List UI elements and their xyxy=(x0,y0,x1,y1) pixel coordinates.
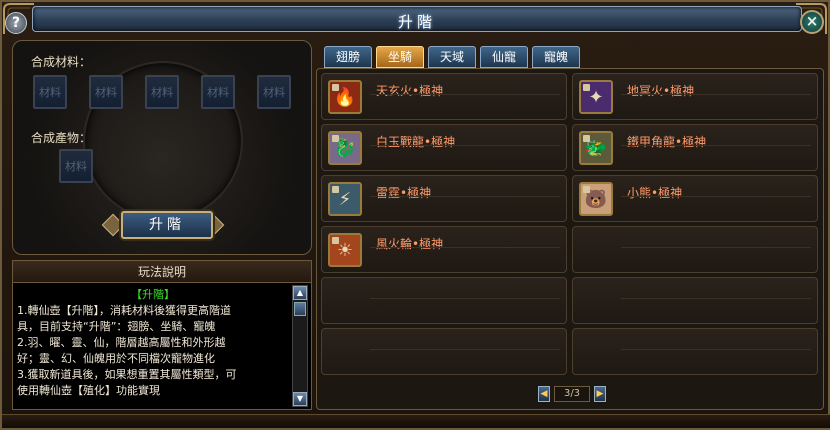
tab-sky-domain[interactable]: 天域 xyxy=(428,46,476,68)
item-card[interactable]: 🐻 小熊•極神 xyxy=(572,175,818,222)
help-line: 3.獲取新道具後，如果想重置其屬性類型，可 xyxy=(17,368,237,381)
help-line: 具，目前支持“升階”：翅膀、坐騎、寵魄 xyxy=(17,320,216,333)
product-slot[interactable]: 材料 xyxy=(59,149,93,183)
item-card[interactable]: ⚡ 雷霆•極神 xyxy=(321,175,567,222)
category-tabs: 翅膀 坐騎 天域 仙寵 寵魄 xyxy=(324,46,580,68)
synthesis-panel: 合成材料： 材料 材料 材料 材料 材料 合成產物： 材料 升階 xyxy=(12,40,312,255)
item-grid-panel: 🔥 天玄火•極神 ✦ 地冥火•極神 🐉 白玉戰龍•極神 🐲 鐵甲角龍•極神 ⚡ … xyxy=(316,68,824,410)
lock-icon xyxy=(583,186,590,193)
bear-mount-icon: 🐻 xyxy=(579,182,613,216)
tab-mounts[interactable]: 坐騎 xyxy=(376,46,424,68)
help-button[interactable]: ? xyxy=(5,12,27,34)
tab-pet-souls[interactable]: 寵魄 xyxy=(532,46,580,68)
empty-card xyxy=(321,277,567,324)
help-line: 2.羽、曜、靈、仙，階層越高屬性和外形越 xyxy=(17,336,226,349)
empty-card xyxy=(321,328,567,375)
horned-dragon-icon: 🐲 xyxy=(579,131,613,165)
help-line: 使用轉仙壺【殖化】功能實現 xyxy=(17,384,160,397)
help-header: 玩法說明 xyxy=(13,261,311,283)
help-subtitle: 【升階】 xyxy=(131,288,175,301)
fire-mount-icon: 🔥 xyxy=(328,80,362,114)
next-page-icon[interactable]: ▶ xyxy=(594,386,606,402)
lock-icon xyxy=(583,84,590,91)
lock-icon xyxy=(332,237,339,244)
help-line: 好；靈、幻、仙魄用於不同檔次寵物進化 xyxy=(17,352,215,365)
empty-card xyxy=(572,226,818,273)
fire-wheel-icon: ☀ xyxy=(328,233,362,267)
empty-card xyxy=(572,277,818,324)
scroll-down-icon[interactable]: ▼ xyxy=(293,392,307,406)
empty-card xyxy=(572,328,818,375)
dark-fire-mount-icon: ✦ xyxy=(579,80,613,114)
material-slot[interactable]: 材料 xyxy=(33,75,67,109)
item-card[interactable]: 🐲 鐵甲角龍•極神 xyxy=(572,124,818,171)
item-card[interactable]: ✦ 地冥火•極神 xyxy=(572,73,818,120)
upgrade-button[interactable]: 升階 xyxy=(121,211,213,239)
title-bar: 升階 xyxy=(32,6,802,32)
window-bottom-border xyxy=(2,414,830,428)
pagination: ◀ 3/3 ▶ xyxy=(538,386,606,402)
lock-icon xyxy=(332,84,339,91)
product-label: 合成產物： xyxy=(31,131,92,145)
thunder-mount-icon: ⚡ xyxy=(328,182,362,216)
material-slot[interactable]: 材料 xyxy=(89,75,123,109)
window-title: 升階 xyxy=(397,13,436,31)
help-scrollbar[interactable]: ▲ ▼ xyxy=(292,285,308,407)
lock-icon xyxy=(332,135,339,142)
item-card[interactable]: ☀ 風火輪•極神 xyxy=(321,226,567,273)
lock-icon xyxy=(332,186,339,193)
scroll-up-icon[interactable]: ▲ xyxy=(293,286,307,300)
prev-page-icon[interactable]: ◀ xyxy=(538,386,550,402)
tab-wings[interactable]: 翅膀 xyxy=(324,46,372,68)
scroll-thumb[interactable] xyxy=(294,302,306,316)
dragon-mount-icon: 🐉 xyxy=(328,131,362,165)
item-card[interactable]: 🐉 白玉戰龍•極神 xyxy=(321,124,567,171)
material-slot[interactable]: 材料 xyxy=(145,75,179,109)
tab-pets[interactable]: 仙寵 xyxy=(480,46,528,68)
help-line: 1.轉仙壺【升階】，消耗材料後獲得更高階道 xyxy=(17,304,231,317)
close-button[interactable]: × xyxy=(800,10,824,34)
lock-icon xyxy=(583,135,590,142)
page-indicator: 3/3 xyxy=(554,386,590,402)
material-slot[interactable]: 材料 xyxy=(201,75,235,109)
item-card[interactable]: 🔥 天玄火•極神 xyxy=(321,73,567,120)
materials-label: 合成材料： xyxy=(31,55,92,69)
help-text: 【升階】 1.轉仙壺【升階】，消耗材料後獲得更高階道 具，目前支持“升階”：翅膀… xyxy=(17,287,289,407)
help-panel: 玩法說明 【升階】 1.轉仙壺【升階】，消耗材料後獲得更高階道 具，目前支持“升… xyxy=(12,260,312,410)
material-slot[interactable]: 材料 xyxy=(257,75,291,109)
upgrade-window: 升階 ? × 合成材料： 材料 材料 材料 材料 材料 合成產物： 材料 升階 … xyxy=(0,0,830,430)
